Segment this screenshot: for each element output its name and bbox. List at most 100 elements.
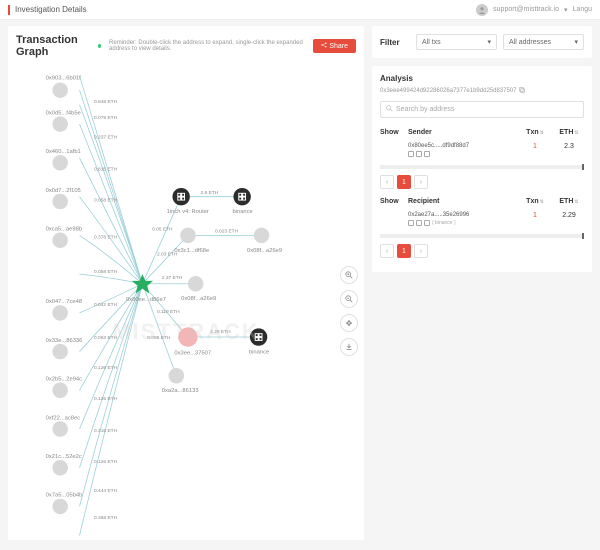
svg-text:2.37 ETH: 2.37 ETH — [162, 275, 183, 281]
page-title: Investigation Details — [15, 5, 87, 14]
svg-text:0.063 ETH: 0.063 ETH — [94, 335, 118, 341]
svg-text:0.058 ETH: 0.058 ETH — [94, 269, 118, 275]
top-bar: Investigation Details support@misttrack.… — [0, 0, 600, 20]
scrollbar[interactable] — [380, 165, 584, 169]
svg-text:0x08f...a26e9: 0x08f...a26e9 — [247, 248, 282, 254]
link-icon[interactable] — [424, 220, 430, 226]
col-show: Show — [380, 198, 404, 205]
col-txn[interactable]: Txn⇅ — [520, 198, 550, 205]
svg-text:0.358 ETH: 0.358 ETH — [94, 515, 118, 521]
tag-icon[interactable] — [408, 220, 414, 226]
copy-icon[interactable] — [416, 151, 422, 157]
reminder-text: Reminder: Double-click the address to ex… — [109, 40, 305, 52]
chevron-down-icon: ▾ — [574, 38, 578, 46]
svg-text:0xa2a...86133: 0xa2a...86133 — [162, 388, 199, 394]
chevron-down-icon[interactable]: ▾ — [564, 6, 568, 14]
txn-value: 1 — [520, 212, 550, 219]
language-label[interactable]: Langu — [573, 6, 592, 13]
filter-label: Filter — [380, 38, 410, 47]
analysis-card: Analysis 0x3eee499424d92286026a7377e1b9d… — [372, 66, 592, 272]
svg-text:0.126 ETH: 0.126 ETH — [94, 365, 118, 371]
pager-page[interactable]: 1 — [397, 244, 411, 258]
svg-text:0.416 ETH: 0.416 ETH — [94, 428, 118, 434]
svg-text:binance: binance — [232, 209, 252, 215]
support-email[interactable]: support@misttrack.io — [493, 6, 559, 13]
graph-canvas[interactable]: 0x903...6b01f 0x0d5...f4b5e 0x460...1afb… — [8, 66, 364, 550]
eth-value: 2.29 — [554, 212, 584, 219]
copy-icon[interactable] — [416, 220, 422, 226]
share-icon — [321, 42, 327, 50]
svg-text:0.237 ETH: 0.237 ETH — [94, 135, 118, 141]
svg-text:0.023 ETH: 0.023 ETH — [215, 228, 239, 234]
recipient-tag: ( binance ) — [432, 220, 456, 226]
col-eth[interactable]: ETH⇅ — [554, 198, 584, 205]
share-button[interactable]: Share — [313, 39, 356, 53]
svg-text:0.05 ETH: 0.05 ETH — [152, 227, 173, 233]
col-recipient[interactable]: Recipient — [408, 198, 516, 205]
svg-text:0.126 ETH: 0.126 ETH — [94, 459, 118, 465]
pager-next[interactable]: › — [414, 175, 428, 189]
svg-text:0.444 ETH: 0.444 ETH — [94, 488, 118, 494]
move-button[interactable]: ✥ — [340, 314, 358, 332]
svg-text:0.042 ETH: 0.042 ETH — [94, 302, 118, 308]
sender-table-header: Show Sender Txn⇅ ETH⇅ — [380, 126, 584, 139]
col-show: Show — [380, 129, 404, 136]
analysis-title: Analysis — [380, 74, 584, 83]
svg-text:0x3c1...df68e: 0x3c1...df68e — [174, 248, 209, 254]
avatar-icon[interactable] — [476, 4, 488, 16]
pager-page[interactable]: 1 — [397, 175, 411, 189]
zoom-out-button[interactable] — [340, 290, 358, 308]
col-txn[interactable]: Txn⇅ — [520, 129, 550, 136]
svg-text:0x80ee...d86e7: 0x80ee...d86e7 — [126, 297, 166, 303]
svg-text:1inch v4: Router: 1inch v4: Router — [167, 209, 209, 215]
svg-text:0.079 ETH: 0.079 ETH — [94, 115, 118, 121]
link-icon[interactable] — [424, 151, 430, 157]
svg-text:0x0d7...2f105: 0x0d7...2f105 — [46, 188, 81, 194]
svg-text:0x7a5...05b4b: 0x7a5...05b4b — [46, 493, 83, 499]
reminder-dot-icon — [98, 44, 101, 48]
graph-tools: ✥ — [340, 266, 358, 356]
col-sender[interactable]: Sender — [408, 129, 516, 136]
top-right: support@misttrack.io ▾ Langu — [476, 4, 592, 16]
svg-text:0x2b5...2e94c: 0x2b5...2e94c — [46, 377, 83, 383]
col-eth[interactable]: ETH⇅ — [554, 129, 584, 136]
sender-table-row[interactable]: 0x80ee5c.....df9df88d7 1 2.3 — [380, 139, 584, 161]
search-input[interactable]: Search by address — [380, 101, 584, 118]
zoom-in-button[interactable] — [340, 266, 358, 284]
svg-text:2.29 ETH: 2.29 ETH — [210, 329, 231, 335]
svg-text:0x047...7ce48: 0x047...7ce48 — [46, 299, 82, 305]
recipient-table-row[interactable]: 0x2ae27a.....35e26996 ( binance ) 1 2.29 — [380, 208, 584, 230]
filter-txs-dropdown[interactable]: All txs ▾ — [416, 34, 497, 50]
svg-text:2.9 ETH: 2.9 ETH — [201, 190, 219, 196]
tag-icon[interactable] — [408, 151, 414, 157]
download-button[interactable] — [340, 338, 358, 356]
svg-text:0.126 ETH: 0.126 ETH — [94, 396, 118, 402]
svg-text:0xf22...ac8ec: 0xf22...ac8ec — [46, 415, 81, 421]
pager-next[interactable]: › — [414, 244, 428, 258]
svg-text:0x0d5...f4b5e: 0x0d5...f4b5e — [46, 110, 81, 116]
title-marker — [8, 5, 10, 15]
analysis-hash: 0x3eee499424d92286026a7377e1b9dd25d83750… — [380, 87, 584, 95]
svg-text:2.03 ETH: 2.03 ETH — [157, 252, 178, 258]
graph-panel: Transaction Graph Reminder: Double-click… — [8, 26, 364, 540]
copy-icon[interactable] — [519, 87, 525, 95]
pager-prev[interactable]: ‹ — [380, 244, 394, 258]
svg-text:0.815 ETH: 0.815 ETH — [94, 167, 118, 173]
svg-text:0.119 ETH: 0.119 ETH — [157, 309, 180, 315]
recipient-pager: ‹ 1 › — [380, 244, 584, 258]
recipient-table-header: Show Recipient Txn⇅ ETH⇅ — [380, 195, 584, 208]
recipient-hash: 0x2ae27a.....35e26996 — [408, 212, 516, 218]
svg-text:0x460...1afb1: 0x460...1afb1 — [46, 149, 81, 155]
main-layout: Transaction Graph Reminder: Double-click… — [0, 20, 600, 546]
svg-text:0.848 ETH: 0.848 ETH — [94, 99, 118, 105]
svg-text:0.095 ETH: 0.095 ETH — [147, 335, 171, 341]
graph-svg: 0x903...6b01f 0x0d5...f4b5e 0x460...1afb… — [8, 66, 364, 550]
sender-hash: 0x80ee5c.....df9df88d7 — [408, 143, 516, 149]
filter-addresses-dropdown[interactable]: All addresses ▾ — [503, 34, 584, 50]
right-panel: Filter All txs ▾ All addresses ▾ Analysi… — [372, 26, 592, 540]
filter-card: Filter All txs ▾ All addresses ▾ — [372, 26, 592, 58]
scrollbar[interactable] — [380, 234, 584, 238]
pager-prev[interactable]: ‹ — [380, 175, 394, 189]
svg-text:0x33e...86336: 0x33e...86336 — [46, 338, 83, 344]
svg-text:0x3ee...37507: 0x3ee...37507 — [174, 350, 211, 356]
